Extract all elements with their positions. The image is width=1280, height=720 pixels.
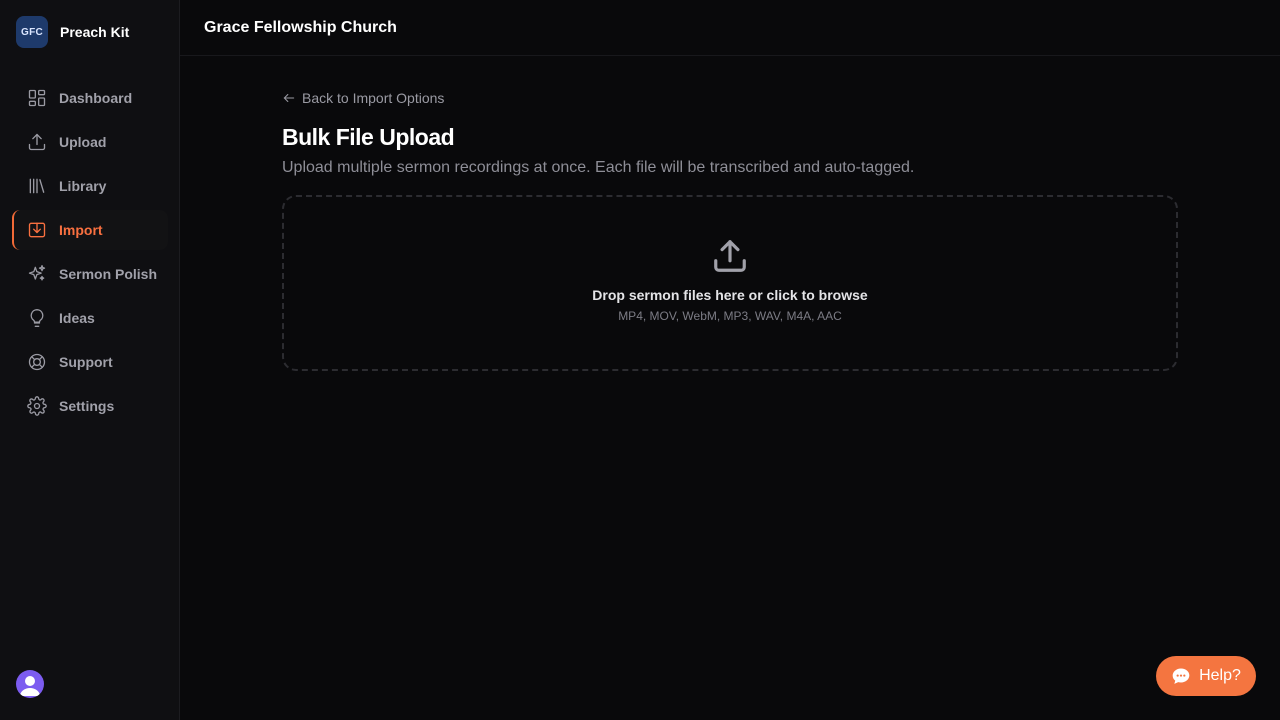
lifebuoy-icon: [26, 351, 48, 373]
avatar[interactable]: [16, 670, 44, 698]
sidebar-item-label: Ideas: [59, 310, 95, 326]
sidebar: GFC Preach Kit Dashboard Upload Library: [0, 0, 180, 720]
sidebar-item-library[interactable]: Library: [12, 166, 168, 206]
dropzone-label: Drop sermon files here or click to brows…: [592, 287, 868, 303]
sidebar-nav: Dashboard Upload Library Import Sermon P…: [12, 78, 168, 430]
import-icon: [26, 219, 48, 241]
dashboard-icon: [26, 87, 48, 109]
sidebar-item-dashboard[interactable]: Dashboard: [12, 78, 168, 118]
help-button-label: Help?: [1199, 667, 1241, 684]
sidebar-item-label: Library: [59, 178, 107, 194]
brand[interactable]: GFC Preach Kit: [16, 16, 129, 48]
brand-logo: GFC: [16, 16, 48, 48]
sidebar-item-import[interactable]: Import: [12, 210, 168, 250]
arrow-left-icon: [283, 93, 295, 103]
main-content: Back to Import Options Bulk File Upload …: [282, 88, 1178, 371]
sidebar-item-sermon-polish[interactable]: Sermon Polish: [12, 254, 168, 294]
back-link-label: Back to Import Options: [302, 90, 445, 106]
sidebar-item-support[interactable]: Support: [12, 342, 168, 382]
library-icon: [26, 175, 48, 197]
chat-bubble-icon: [1171, 666, 1191, 686]
sidebar-item-ideas[interactable]: Ideas: [12, 298, 168, 338]
sidebar-item-upload[interactable]: Upload: [12, 122, 168, 162]
gear-icon: [26, 395, 48, 417]
sidebar-item-label: Upload: [59, 134, 107, 150]
sidebar-item-label: Dashboard: [59, 90, 133, 106]
back-to-import-options-link[interactable]: Back to Import Options: [282, 88, 1178, 108]
sidebar-item-label: Support: [59, 354, 113, 370]
sidebar-item-label: Settings: [59, 398, 115, 414]
page-subtitle: Upload multiple sermon recordings at onc…: [282, 159, 915, 176]
brand-name: Preach Kit: [60, 24, 130, 40]
user-icon: [20, 676, 40, 696]
help-button[interactable]: Help?: [1156, 656, 1256, 696]
upload-icon: [26, 131, 48, 153]
sidebar-item-settings[interactable]: Settings: [12, 386, 168, 426]
sidebar-item-label: Import: [59, 222, 103, 238]
upload-icon: [711, 237, 749, 275]
sidebar-item-label: Sermon Polish: [59, 266, 158, 282]
lightbulb-icon: [26, 307, 48, 329]
file-dropzone[interactable]: Drop sermon files here or click to brows…: [282, 195, 1178, 371]
top-bar: Grace Fellowship Church: [180, 0, 1280, 56]
supported-formats: MP4, MOV, WebM, MP3, WAV, M4A, AAC: [618, 309, 842, 323]
sparkles-icon: [26, 263, 48, 285]
organization-name: Grace Fellowship Church: [204, 19, 397, 36]
page-title: Bulk File Upload: [282, 124, 455, 150]
